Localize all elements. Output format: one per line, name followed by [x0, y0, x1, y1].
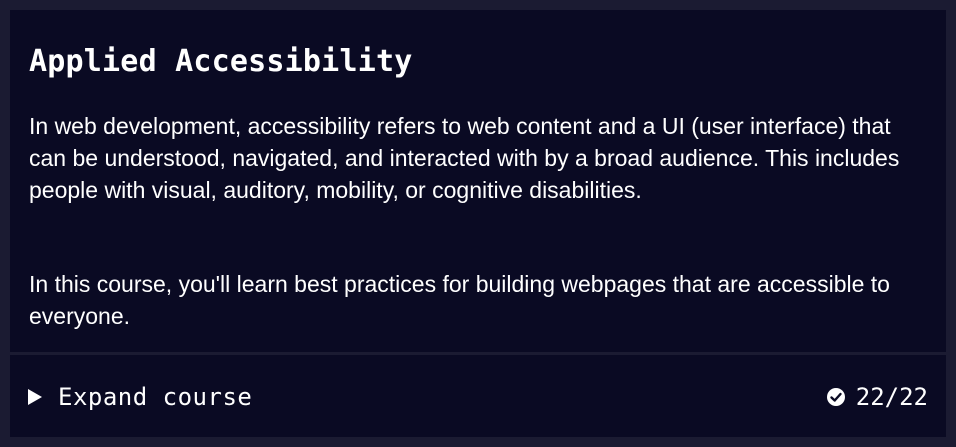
expand-course-button[interactable]: Expand course: [28, 377, 252, 417]
course-title: Applied Accessibility: [29, 44, 413, 79]
caret-right-icon: [28, 389, 42, 405]
course-paragraph-1: In web development, accessibility refers…: [29, 113, 900, 203]
progress-count: 22/22: [855, 383, 928, 411]
course-paragraph-2: In this course, you'll learn best practi…: [29, 271, 890, 329]
course-description: Applied Accessibility In web development…: [10, 10, 946, 352]
course-footer: Expand course 22/22: [10, 355, 946, 437]
expand-course-label: Expand course: [58, 383, 253, 411]
course-card: Applied Accessibility In web development…: [10, 10, 946, 437]
course-progress: 22/22: [826, 377, 928, 417]
check-circle-icon: [826, 387, 846, 407]
